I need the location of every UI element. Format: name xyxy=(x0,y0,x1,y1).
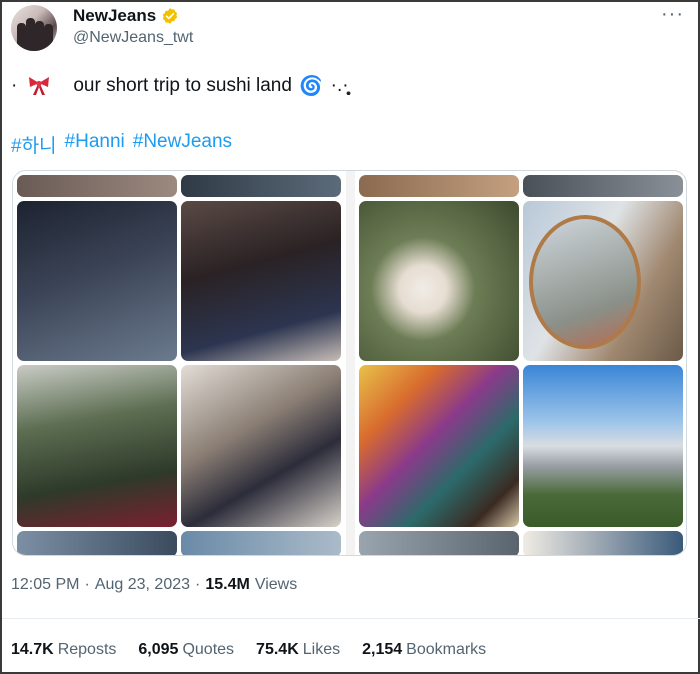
tweet-body: our short trip to sushi land xyxy=(73,75,292,96)
views-count: 15.4M xyxy=(205,576,250,593)
meta-dot: · xyxy=(195,576,201,593)
tweet-text: · our short trip to sushi land 🌀 ·.·̥̥͙ xyxy=(11,74,349,98)
spiral-emoji: 🌀 xyxy=(298,76,323,97)
paint-palette-photo[interactable] xyxy=(359,365,519,527)
city-skyline-photo[interactable] xyxy=(523,365,683,527)
bullet-dot: · xyxy=(11,75,18,96)
bookmarks-stat[interactable]: 2,154 Bookmarks xyxy=(362,641,486,659)
avatar[interactable] xyxy=(11,5,57,51)
reposts-stat[interactable]: 14.7K Reposts xyxy=(11,641,116,659)
more-options-icon[interactable]: ··· xyxy=(661,4,684,24)
likes-stat[interactable]: 75.4K Likes xyxy=(256,641,340,659)
media-grid xyxy=(12,170,687,556)
girl-doorway-photo[interactable] xyxy=(181,365,341,527)
display-name[interactable]: NewJeans xyxy=(73,6,156,26)
tweet-time[interactable]: 12:05 PM xyxy=(11,576,79,594)
hashtags: #하니 #Hanni #NewJeans xyxy=(11,131,232,158)
tweet-meta: 12:05 PM · Aug 23, 2023 · 15.4M Views xyxy=(11,576,297,594)
quotes-stat[interactable]: 6,095 Quotes xyxy=(138,641,234,659)
hashtag-link[interactable]: #하니 xyxy=(11,131,57,158)
girl-selfie-photo[interactable] xyxy=(181,201,341,361)
hashtag-link[interactable]: #NewJeans xyxy=(133,131,232,158)
photo-collage-right[interactable] xyxy=(355,171,686,555)
sparkle-emoticon: ·.·̥̥͙ xyxy=(330,75,349,96)
street-night-photo[interactable] xyxy=(17,201,177,361)
round-mirror-photo[interactable] xyxy=(523,201,683,361)
photo-collage-left[interactable] xyxy=(13,171,346,555)
verified-badge-icon xyxy=(163,8,178,24)
ice-cream-cup-photo[interactable] xyxy=(359,201,519,361)
tweet-card: NewJeans @NewJeans_twt ··· · our short t… xyxy=(0,0,700,674)
views-label: Views xyxy=(254,576,298,593)
tweet-date[interactable]: Aug 23, 2023 xyxy=(95,576,190,594)
divider-line xyxy=(2,618,700,619)
engagement-bar: 14.7K Reposts 6,095 Quotes 75.4K Likes 2,15… xyxy=(11,641,486,659)
author-name-row[interactable]: NewJeans xyxy=(73,6,179,26)
account-handle[interactable]: @NewJeans_twt xyxy=(73,29,193,47)
girl-garden-photo[interactable] xyxy=(17,365,177,527)
collage-divider xyxy=(346,171,355,555)
ribbon-bow-emoji xyxy=(29,77,50,95)
hashtag-link[interactable]: #Hanni xyxy=(65,131,125,158)
meta-dot: · xyxy=(84,576,90,593)
